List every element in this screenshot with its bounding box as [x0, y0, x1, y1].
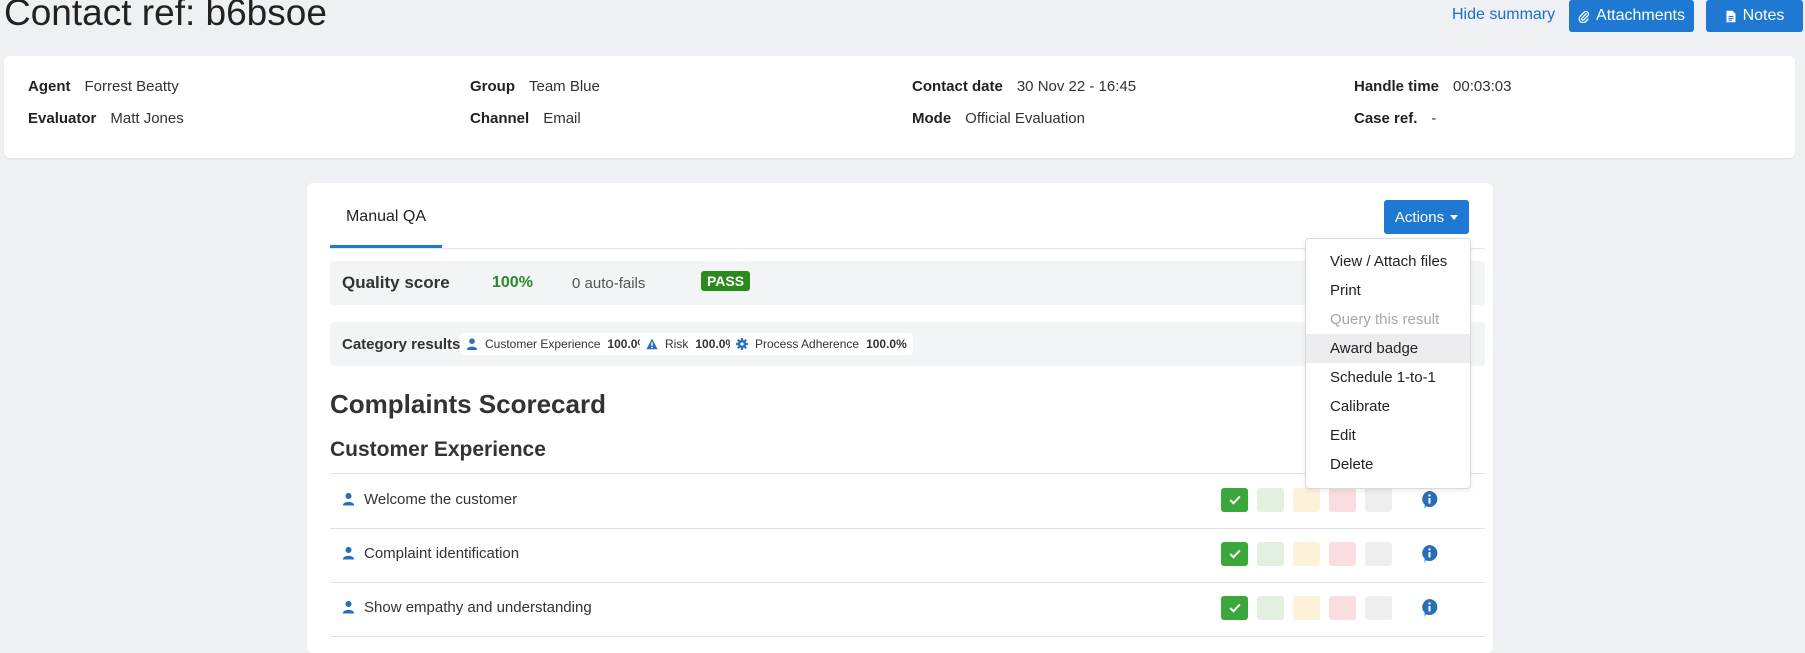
tab-manual-qa[interactable]: Manual QA — [330, 208, 442, 248]
summary-channel: Channel Email — [470, 110, 581, 127]
gear-icon — [736, 338, 748, 350]
contact-summary: Agent Forrest Beatty Evaluator Matt Jones … — [4, 56, 1795, 158]
group-label: Group — [470, 78, 515, 95]
question-label: Welcome the customer — [364, 491, 518, 508]
category-results-label: Category results — [342, 336, 461, 353]
menu-item-delete[interactable]: Delete — [1306, 450, 1470, 479]
answer-option-2[interactable] — [1257, 542, 1284, 566]
case-ref-value: - — [1431, 110, 1437, 127]
attachments-label: Attachments — [1596, 7, 1685, 24]
info-icon[interactable] — [1420, 490, 1439, 510]
document-icon — [1726, 10, 1736, 22]
actions-dropdown-menu: View / Attach files Print Query this res… — [1305, 238, 1471, 489]
answer-option-2[interactable] — [1257, 596, 1284, 620]
category-chip-risk: Risk 100.0% — [640, 333, 743, 355]
check-icon — [1229, 495, 1241, 505]
summary-mode: Mode Official Evaluation — [912, 110, 1085, 127]
menu-item-calibrate[interactable]: Calibrate — [1306, 392, 1470, 421]
answer-yes-option[interactable] — [1221, 596, 1248, 620]
check-icon — [1229, 603, 1241, 613]
summary-agent: Agent Forrest Beatty — [28, 78, 179, 95]
info-icon[interactable] — [1420, 544, 1439, 564]
person-icon — [466, 338, 478, 350]
agent-value: Forrest Beatty — [84, 78, 179, 95]
category-name: Risk — [665, 337, 689, 351]
answer-option-4[interactable] — [1329, 596, 1356, 620]
summary-contact-date: Contact date 30 Nov 22 - 16:45 — [912, 78, 1136, 95]
handle-time-label: Handle time — [1354, 78, 1440, 95]
contact-date-label: Contact date — [912, 78, 1003, 95]
question-label: Show empathy and understanding — [364, 599, 592, 616]
notes-button[interactable]: Notes — [1706, 0, 1803, 32]
actions-button[interactable]: Actions — [1384, 200, 1469, 234]
handle-time-value: 00:03:03 — [1453, 78, 1512, 95]
auto-fails-count: 0 auto-fails — [572, 275, 646, 292]
evaluator-value: Matt Jones — [110, 110, 184, 127]
question-row: Show empathy and understanding — [330, 582, 1485, 637]
answer-option-na[interactable] — [1365, 488, 1392, 512]
actions-label: Actions — [1394, 208, 1445, 226]
mode-label: Mode — [912, 110, 952, 127]
menu-item-award-badge[interactable]: Award badge — [1306, 334, 1470, 363]
answer-option-na[interactable] — [1365, 542, 1392, 566]
question-row: Complaint identification — [330, 528, 1485, 583]
answer-option-3[interactable] — [1293, 542, 1320, 566]
answer-yes-option[interactable] — [1221, 488, 1248, 512]
group-value: Team Blue — [529, 78, 600, 95]
attachments-button[interactable]: Attachments — [1569, 0, 1694, 32]
contact-date-value: 30 Nov 22 - 16:45 — [1016, 78, 1137, 95]
menu-item-schedule-1-to-1[interactable]: Schedule 1-to-1 — [1306, 363, 1470, 392]
category-chip-process-adherence: Process Adherence 100.0% — [730, 333, 913, 355]
answer-option-4[interactable] — [1329, 542, 1356, 566]
notes-label: Notes — [1742, 7, 1785, 24]
summary-evaluator: Evaluator Matt Jones — [28, 110, 184, 127]
channel-value: Email — [543, 110, 581, 127]
case-ref-label: Case ref. — [1354, 110, 1418, 127]
menu-item-view-attach-files[interactable]: View / Attach files — [1306, 247, 1470, 276]
quality-score-label: Quality score — [342, 273, 450, 292]
caret-down-icon — [1450, 214, 1459, 220]
info-icon[interactable] — [1420, 598, 1439, 618]
answer-option-na[interactable] — [1365, 596, 1392, 620]
answer-yes-option[interactable] — [1221, 542, 1248, 566]
channel-label: Channel — [470, 110, 530, 127]
mode-value: Official Evaluation — [965, 110, 1085, 127]
quality-score-value: 100% — [492, 274, 533, 291]
category-name: Process Adherence — [755, 337, 860, 351]
answer-option-4[interactable] — [1329, 488, 1356, 512]
agent-label: Agent — [28, 78, 71, 95]
pass-badge: PASS — [701, 271, 751, 291]
category-chip-customer-experience: Customer Experience 100.0% — [460, 333, 655, 355]
person-icon — [342, 492, 355, 506]
evaluator-label: Evaluator — [28, 110, 97, 127]
menu-item-query-result: Query this result — [1330, 311, 1440, 328]
category-name: Customer Experience — [485, 337, 601, 351]
menu-item-print[interactable]: Print — [1306, 276, 1470, 305]
category-value: 100.0% — [866, 337, 907, 351]
page-title: Contact ref: b6bsoe — [4, 0, 327, 33]
person-icon — [342, 546, 355, 560]
check-icon — [1229, 549, 1241, 559]
person-icon — [342, 600, 355, 614]
menu-item-edit[interactable]: Edit — [1306, 421, 1470, 450]
warning-icon — [646, 338, 658, 350]
hide-summary-link[interactable]: Hide summary — [1452, 6, 1555, 24]
answer-option-2[interactable] — [1257, 488, 1284, 512]
answer-option-3[interactable] — [1293, 488, 1320, 512]
section-title: Customer Experience — [330, 438, 546, 461]
summary-handle-time: Handle time 00:03:03 — [1354, 78, 1511, 95]
paperclip-icon — [1578, 10, 1590, 23]
summary-case-ref: Case ref. - — [1354, 110, 1436, 127]
scorecard-title: Complaints Scorecard — [330, 389, 606, 419]
answer-option-3[interactable] — [1293, 596, 1320, 620]
summary-group: Group Team Blue — [470, 78, 600, 95]
question-label: Complaint identification — [364, 545, 520, 562]
